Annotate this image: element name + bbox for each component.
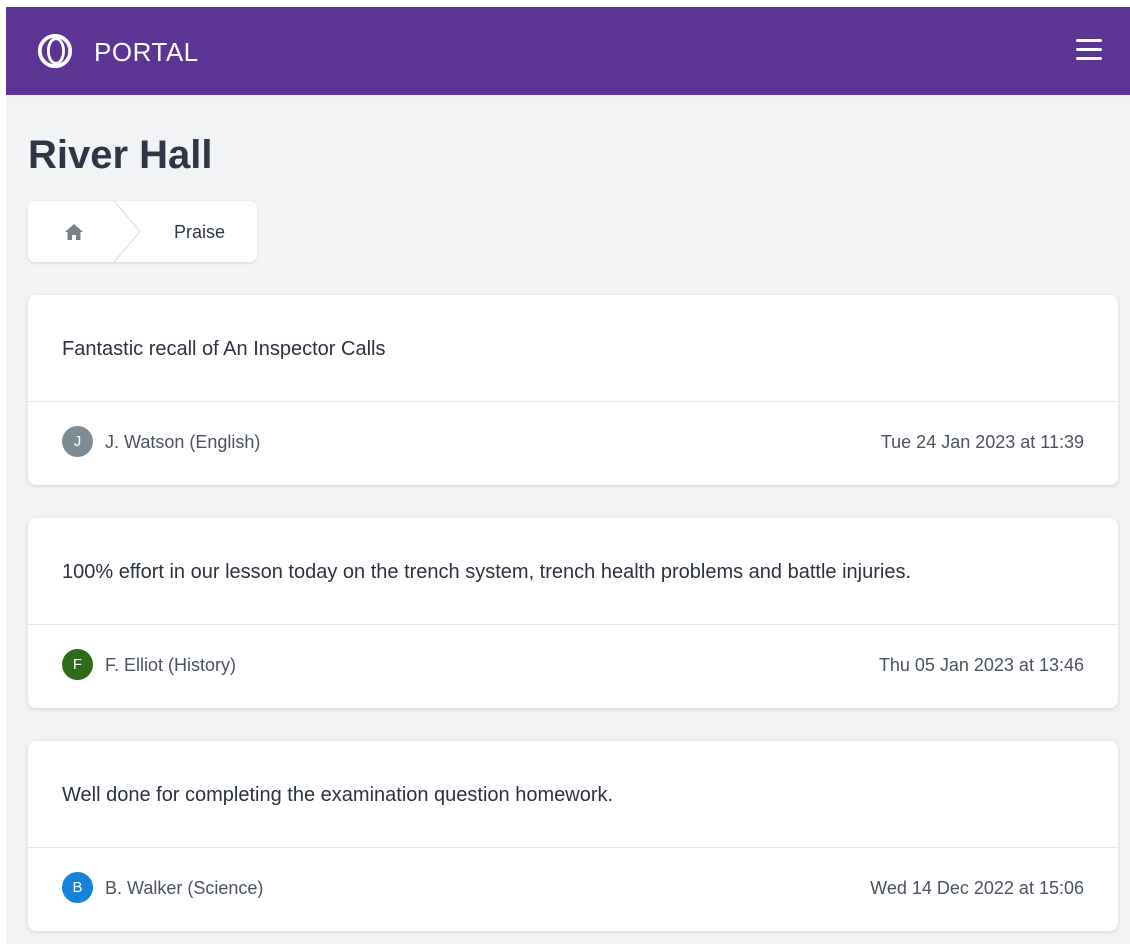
menu-bar: [1076, 48, 1102, 51]
portal-logo-icon[interactable]: [36, 32, 74, 70]
top-navbar: PORTAL: [6, 7, 1130, 95]
page-title: River Hall: [28, 133, 213, 177]
author-avatar: B: [62, 872, 93, 903]
breadcrumb-current: Praise: [174, 222, 226, 242]
author-name: B. Walker (Science): [105, 878, 264, 898]
author-name: J. Watson (English): [105, 432, 261, 452]
praise-message: 100% effort in our lesson today on the t…: [62, 561, 912, 583]
praise-message: Fantastic recall of An Inspector Calls: [62, 338, 386, 360]
author-avatar: J: [62, 426, 93, 457]
home-icon[interactable]: [64, 222, 84, 242]
card-divider: [28, 401, 1118, 402]
author-avatar: F: [62, 649, 93, 680]
breadcrumb: Praise: [28, 201, 257, 262]
praise-card: Well done for completing the examination…: [28, 741, 1118, 931]
praise-card: Fantastic recall of An Inspector Calls J…: [28, 295, 1118, 485]
menu-bar: [1076, 57, 1102, 60]
app-frame: PORTAL River Hall Praise Fantastic recal…: [6, 7, 1130, 944]
praise-card: 100% effort in our lesson today on the t…: [28, 518, 1118, 708]
hamburger-menu-icon[interactable]: [1076, 39, 1106, 63]
breadcrumb-separator: [113, 201, 141, 262]
praise-message: Well done for completing the examination…: [62, 784, 614, 806]
card-divider: [28, 624, 1118, 625]
brand-name[interactable]: PORTAL: [94, 37, 199, 67]
praise-timestamp: Thu 05 Jan 2023 at 13:46: [878, 655, 1084, 675]
card-divider: [28, 847, 1118, 848]
praise-timestamp: Tue 24 Jan 2023 at 11:39: [880, 432, 1084, 452]
author-name: F. Elliot (History): [105, 655, 237, 675]
menu-bar: [1076, 39, 1102, 42]
praise-timestamp: Wed 14 Dec 2022 at 15:06: [870, 878, 1084, 898]
